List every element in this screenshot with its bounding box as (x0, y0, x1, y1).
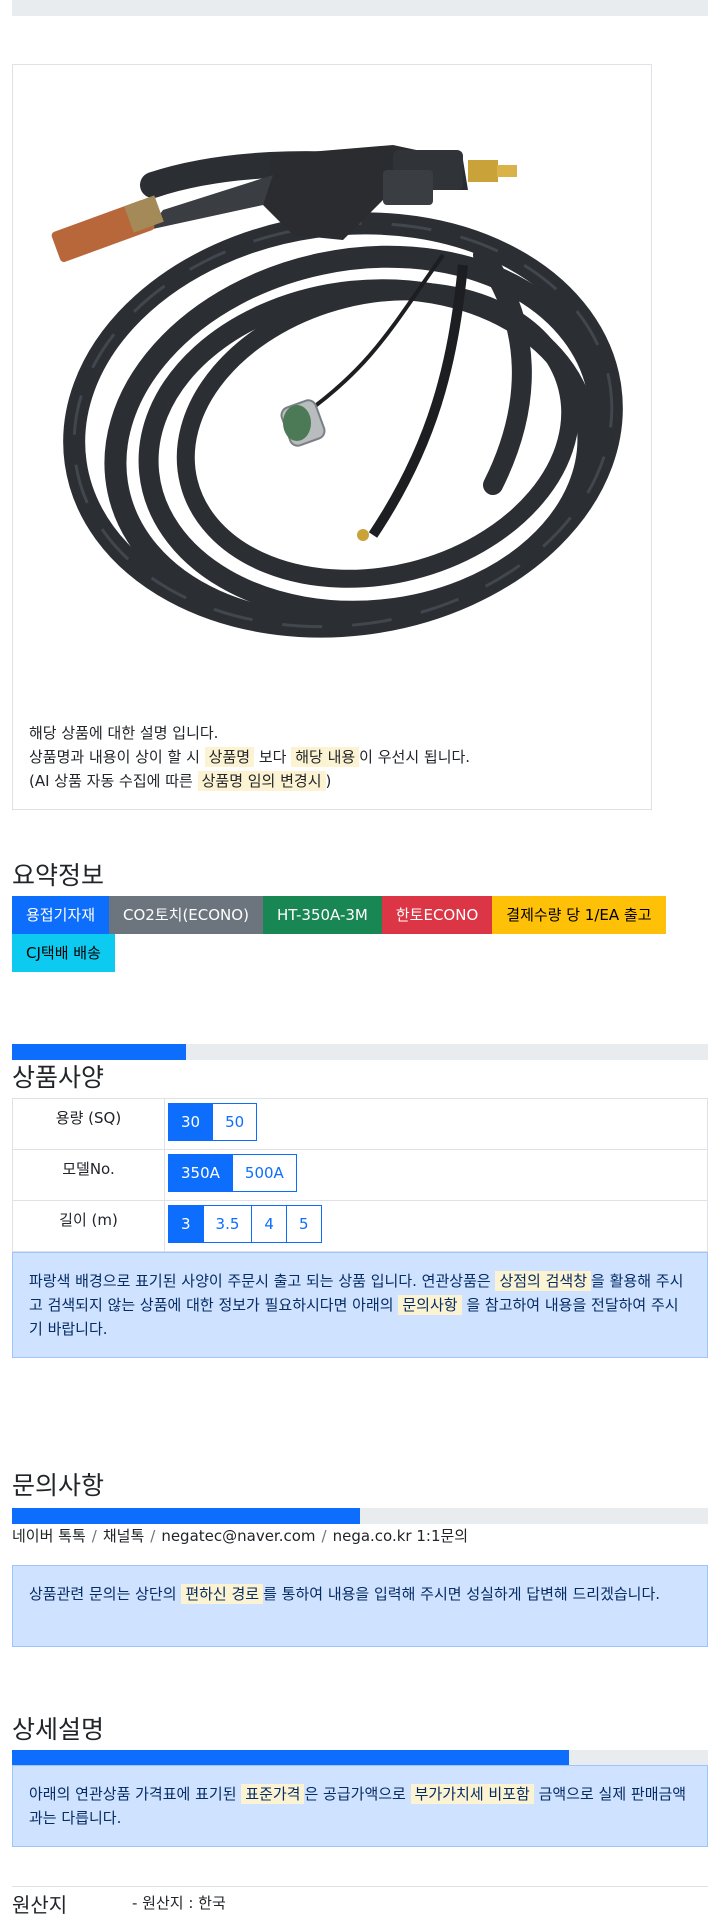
origin-value: - 원산지 : 한국 (132, 1894, 226, 1912)
notice-text: ) (325, 772, 332, 790)
contact-email[interactable]: negatec@naver.com (161, 1527, 315, 1545)
highlight-name-change: 상품명 임의 변경시 (197, 771, 326, 791)
option-length-3-5[interactable]: 3.5 (202, 1205, 253, 1243)
spec-label-model: 모델No. (12, 1149, 165, 1201)
spec-label-capacity: 용량 (SQ) (12, 1098, 165, 1150)
highlight-standard-price: 표준가격 (241, 1784, 305, 1804)
spec-table: 용량 (SQ) 30 50 모델No. 350A 500A 길이 (m) 3 3… (12, 1098, 708, 1252)
spec-values-capacity: 30 50 (164, 1098, 708, 1150)
alert-text: 아래의 연관상품 가격표에 표기된 (29, 1785, 242, 1803)
highlight-content: 해당 내용 (291, 747, 360, 767)
spec-title: 상품사양 (12, 1063, 105, 1092)
contact-channels: 네이버 톡톡 / 채널톡 / negatec@naver.com / nega.co.kr … (12, 1525, 468, 1546)
option-length-4[interactable]: 4 (251, 1205, 287, 1243)
contact-channeltalk[interactable]: 채널톡 (103, 1527, 144, 1545)
spec-values-length: 3 3.5 4 5 (164, 1200, 708, 1252)
separator: / (321, 1527, 327, 1545)
separator: / (91, 1527, 97, 1545)
alert-text: 상품관련 문의는 상단의 (29, 1585, 182, 1603)
notice-line-2: 상품명과 내용이 상이 할 시 상품명 보다 해당 내용 이 우선시 됩니다. (29, 745, 470, 769)
alert-text: 파랑색 배경으로 표기된 사양이 주문시 출고 되는 상품 입니다. 연관상품은 (29, 1272, 496, 1290)
notice-line-3: (AI 상품 자동 수집에 따른 상품명 임의 변경시) (29, 769, 470, 793)
inquiry-notice-alert: 상품관련 문의는 상단의 편하신 경로 를 통하여 내용을 입력해 주시면 성실하… (12, 1565, 708, 1647)
option-model-500a[interactable]: 500A (231, 1154, 297, 1192)
badge-product-type: CO2토치(ECONO) (109, 896, 263, 934)
spec-row-capacity: 용량 (SQ) 30 50 (12, 1098, 708, 1150)
spec-values-model: 350A 500A (164, 1149, 708, 1201)
option-length-5[interactable]: 5 (285, 1205, 322, 1243)
notice-text: 보다 (254, 748, 292, 766)
spec-label-length: 길이 (m) (12, 1200, 165, 1252)
notice-text: 상품명과 내용이 상이 할 시 (29, 748, 205, 766)
spec-notice-alert: 파랑색 배경으로 표기된 사양이 주문시 출고 되는 상품 입니다. 연관상품은… (12, 1252, 708, 1358)
spec-progress (12, 1044, 708, 1060)
product-image (13, 65, 651, 715)
spec-row-length: 길이 (m) 3 3.5 4 5 (12, 1200, 708, 1252)
product-card: 해당 상품에 대한 설명 입니다. 상품명과 내용이 상이 할 시 상품명 보다… (12, 64, 652, 810)
origin-label: 원산지 (12, 1893, 68, 1917)
badge-quantity: 결제수량 당 1/EA 출고 (492, 896, 666, 934)
highlight-inquiry: 문의사항 (398, 1295, 462, 1315)
summary-badges: 용접기자재 CO2토치(ECONO) HT-350A-3M 한토ECONO 결제… (12, 896, 712, 972)
length-options: 3 3.5 4 5 (168, 1205, 704, 1243)
model-options: 350A 500A (168, 1154, 704, 1192)
badge-brand: 한토ECONO (381, 896, 493, 934)
separator: / (150, 1527, 156, 1545)
alert-text: 를 통하여 내용을 입력해 주시면 성실하게 답변해 드리겠습니다. (263, 1585, 661, 1603)
inquiry-title: 문의사항 (12, 1471, 105, 1500)
option-capacity-30[interactable]: 30 (168, 1103, 214, 1141)
detail-progress (12, 1750, 708, 1766)
detail-progress-fill (12, 1750, 569, 1766)
summary-title: 요약정보 (12, 861, 105, 890)
product-notice: 해당 상품에 대한 설명 입니다. 상품명과 내용이 상이 할 시 상품명 보다… (29, 721, 470, 793)
inquiry-progress (12, 1508, 708, 1524)
contact-naver-talktalk[interactable]: 네이버 톡톡 (12, 1527, 86, 1545)
spec-row-model: 모델No. 350A 500A (12, 1149, 708, 1201)
option-model-350a[interactable]: 350A (168, 1154, 233, 1192)
highlight-preferred-route: 편하신 경로 (181, 1584, 264, 1604)
highlight-vat-excluded: 부가가치세 비포함 (410, 1784, 534, 1804)
highlight-search-box: 상점의 검색창 (495, 1271, 592, 1291)
notice-text: 이 우선시 됩니다. (359, 748, 471, 766)
capacity-options: 30 50 (168, 1103, 704, 1141)
notice-line-1: 해당 상품에 대한 설명 입니다. (29, 724, 219, 742)
alert-text: 은 공급가액으로 (304, 1785, 411, 1803)
inquiry-progress-fill (12, 1508, 360, 1524)
highlight-product-name: 상품명 (204, 747, 255, 767)
top-divider-bar (12, 0, 708, 16)
origin-divider (12, 1886, 708, 1887)
notice-text: (AI 상품 자동 수집에 따른 (29, 772, 198, 790)
option-length-3[interactable]: 3 (168, 1205, 204, 1243)
option-capacity-50[interactable]: 50 (212, 1103, 258, 1141)
contact-website-inquiry[interactable]: nega.co.kr 1:1문의 (333, 1527, 469, 1545)
badge-model: HT-350A-3M (262, 896, 382, 934)
badge-shipping: CJ택배 배송 (12, 934, 115, 972)
detail-notice-alert: 아래의 연관상품 가격표에 표기된 표준가격 은 공급가액으로 부가가치세 비포함… (12, 1765, 708, 1847)
detail-title: 상세설명 (12, 1715, 105, 1744)
badge-category: 용접기자재 (12, 896, 110, 934)
